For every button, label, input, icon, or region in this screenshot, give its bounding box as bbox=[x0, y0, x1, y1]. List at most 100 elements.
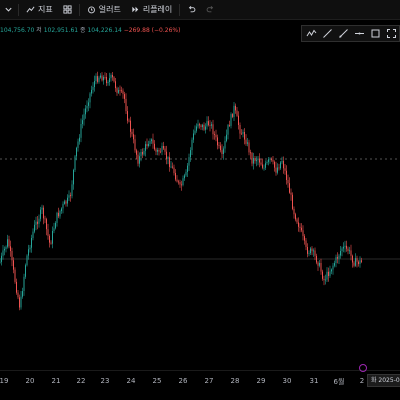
x-tick-label: 26 bbox=[178, 377, 188, 385]
candle-body bbox=[124, 94, 125, 99]
candle-body bbox=[316, 255, 317, 263]
replay-button[interactable]: 리플레이 bbox=[126, 0, 177, 20]
candle-body bbox=[110, 75, 112, 79]
alarm-clock-icon bbox=[87, 6, 95, 14]
undo-button[interactable] bbox=[182, 0, 201, 20]
candle-body bbox=[313, 250, 314, 252]
candle-body bbox=[5, 246, 7, 249]
candle-body bbox=[146, 144, 148, 146]
candle-body bbox=[233, 105, 235, 117]
grid-icon bbox=[63, 5, 72, 14]
candle-body bbox=[181, 184, 182, 186]
candle-body bbox=[256, 160, 257, 162]
candle-body bbox=[338, 255, 340, 259]
candle-body bbox=[212, 124, 214, 135]
candle-body bbox=[232, 114, 233, 117]
candle-body bbox=[184, 175, 185, 179]
x-tick-label: 23 bbox=[100, 377, 110, 385]
candle-body bbox=[172, 166, 173, 168]
candle-body bbox=[287, 180, 289, 184]
undo-icon bbox=[189, 6, 196, 13]
candle-body bbox=[308, 253, 310, 254]
ray-icon[interactable] bbox=[337, 27, 350, 40]
candle-body bbox=[44, 218, 46, 220]
candle-body bbox=[209, 125, 211, 126]
candle-body bbox=[350, 250, 352, 256]
candle-body bbox=[307, 247, 308, 254]
ohlc-legend: 104,756.70 저 102,951.61 종 104,226.14 −26… bbox=[0, 25, 180, 34]
more-menu[interactable] bbox=[0, 0, 16, 20]
candle-body bbox=[139, 156, 140, 164]
candle-body bbox=[194, 130, 196, 134]
candle-body bbox=[58, 212, 59, 217]
candle-body bbox=[167, 157, 169, 159]
candle-body bbox=[311, 248, 313, 252]
candle-body bbox=[154, 143, 155, 150]
candle-body bbox=[97, 76, 98, 82]
candle-body bbox=[196, 126, 197, 131]
expand-icon[interactable] bbox=[385, 27, 398, 40]
candle-body bbox=[332, 265, 334, 270]
zigzag-icon[interactable] bbox=[305, 27, 318, 40]
candle-body bbox=[65, 201, 67, 204]
candle-body bbox=[16, 281, 17, 293]
alert-button[interactable]: 얼러트 bbox=[82, 0, 126, 20]
layouts-button[interactable] bbox=[58, 0, 77, 20]
candle-body bbox=[331, 269, 332, 272]
chevron-down-icon bbox=[5, 7, 12, 12]
purple-marker-icon[interactable] bbox=[359, 364, 367, 372]
candle-body bbox=[244, 132, 245, 140]
candle-body bbox=[169, 157, 170, 167]
close-key: 종 bbox=[80, 27, 86, 34]
indicators-button[interactable]: 지표 bbox=[21, 0, 58, 20]
candle-body bbox=[206, 121, 208, 127]
candle-body bbox=[109, 78, 110, 82]
candle-body bbox=[121, 90, 122, 92]
candle-body bbox=[152, 139, 154, 144]
candle-body bbox=[349, 250, 350, 252]
candle-body bbox=[170, 166, 172, 168]
candle-body bbox=[59, 211, 61, 217]
trendline-icon[interactable] bbox=[321, 27, 334, 40]
candle-body bbox=[95, 76, 97, 81]
candle-body bbox=[119, 90, 121, 91]
candle-body bbox=[248, 142, 250, 153]
candle-body bbox=[214, 134, 215, 135]
x-tick-label: 20 bbox=[25, 377, 35, 385]
candle-body bbox=[218, 145, 220, 146]
candle-body bbox=[37, 221, 38, 224]
candle-body bbox=[155, 149, 157, 152]
candle-body bbox=[289, 183, 290, 193]
candle-body bbox=[92, 87, 94, 90]
horizontal-line-icon[interactable] bbox=[353, 27, 366, 40]
x-tick-label: 25 bbox=[152, 377, 162, 385]
candle-body bbox=[355, 258, 356, 266]
candle-body bbox=[301, 227, 302, 231]
x-tick-label: 30 bbox=[282, 377, 292, 385]
candle-body bbox=[304, 236, 305, 241]
candle-body bbox=[236, 110, 238, 116]
price-chart[interactable] bbox=[0, 0, 400, 400]
candle-body bbox=[197, 124, 199, 127]
candle-body bbox=[358, 261, 359, 265]
redo-button[interactable] bbox=[201, 0, 220, 20]
rectangle-icon[interactable] bbox=[369, 27, 382, 40]
candle-body bbox=[14, 269, 16, 282]
candle-body bbox=[52, 231, 53, 244]
candle-body bbox=[68, 195, 70, 198]
time-axis[interactable]: 19 20 21 22 23 24 25 26 27 28 29 30 31 6월 2 bbox=[0, 370, 400, 400]
candle-body bbox=[13, 260, 14, 270]
candle-body bbox=[286, 170, 287, 180]
candle-body bbox=[340, 251, 341, 256]
candle-body bbox=[223, 148, 224, 154]
candle-body bbox=[61, 208, 62, 212]
indicators-label: 지표 bbox=[38, 5, 53, 14]
candle-body bbox=[115, 81, 116, 89]
candle-body bbox=[182, 178, 184, 185]
candle-body bbox=[334, 263, 335, 266]
candle-body bbox=[245, 139, 247, 144]
candle-body bbox=[10, 246, 11, 251]
candle-body bbox=[19, 297, 20, 308]
candle-body bbox=[271, 158, 272, 160]
candle-body bbox=[260, 162, 262, 165]
